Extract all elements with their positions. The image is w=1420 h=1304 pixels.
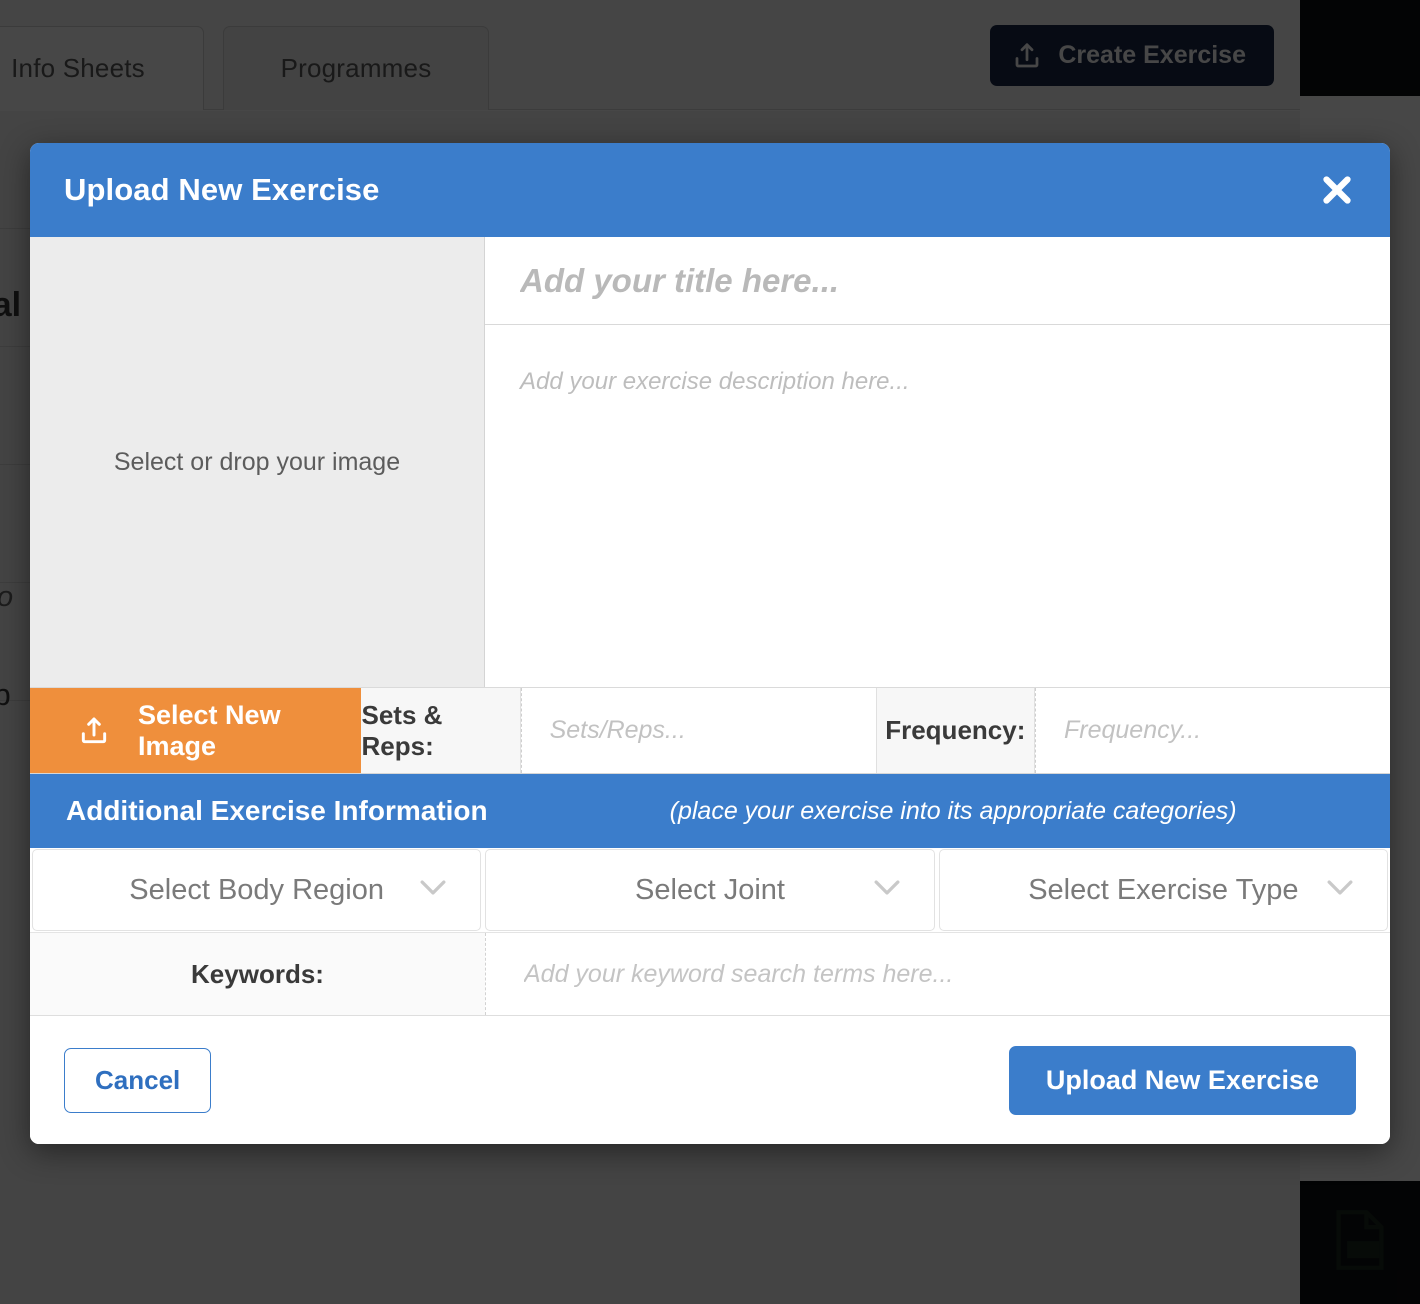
select-joint-label: Select Joint	[635, 873, 785, 906]
additional-info-title: Additional Exercise Information	[66, 795, 488, 826]
frequency-label: Frequency:	[875, 688, 1035, 773]
modal-text-column	[485, 237, 1390, 687]
additional-info-section-bar: Additional Exercise Information (place y…	[30, 774, 1390, 848]
select-new-image-label: Select New Image	[138, 699, 281, 761]
select-exercise-type[interactable]: Select Exercise Type	[938, 849, 1388, 931]
page-root: nal wo l b Info Sheets Programmes Create…	[0, 0, 1420, 1304]
modal-upper-body: Select or drop your image	[30, 237, 1390, 688]
sets-reps-label: Sets & Reps:	[361, 688, 521, 773]
keywords-input[interactable]	[485, 933, 1390, 1015]
upload-new-exercise-button[interactable]: Upload New Exercise	[1008, 1045, 1356, 1115]
modal-header: Upload New Exercise	[30, 143, 1390, 237]
select-body-region[interactable]: Select Body Region	[32, 849, 482, 931]
keywords-row: Keywords:	[30, 932, 1390, 1016]
modal-title: Upload New Exercise	[64, 172, 380, 207]
select-new-image-button[interactable]: Select New Image	[30, 688, 362, 773]
exercise-description-input[interactable]	[485, 325, 1390, 687]
keywords-label: Keywords:	[30, 933, 485, 1015]
chevron-down-icon	[420, 880, 446, 901]
chevron-down-icon	[874, 880, 900, 901]
modal-footer: Cancel Upload New Exercise	[30, 1016, 1390, 1144]
frequency-input[interactable]	[1035, 688, 1390, 773]
close-icon[interactable]	[1314, 167, 1360, 213]
select-exercise-type-label: Select Exercise Type	[1028, 873, 1299, 906]
upload-new-exercise-modal: Upload New Exercise Select or drop your …	[30, 143, 1390, 1144]
additional-info-hint: (place your exercise into its appropriat…	[669, 796, 1237, 825]
image-and-metrics-row: Select New Image Sets & Reps: Frequency:	[30, 688, 1390, 774]
image-dropzone[interactable]: Select or drop your image	[30, 237, 485, 687]
exercise-title-input[interactable]	[485, 237, 1390, 325]
cancel-button[interactable]: Cancel	[64, 1047, 212, 1113]
sets-reps-input[interactable]	[520, 688, 876, 773]
select-joint[interactable]: Select Joint	[485, 849, 935, 931]
select-body-region-label: Select Body Region	[129, 873, 385, 906]
image-dropzone-label: Select or drop your image	[113, 447, 401, 476]
chevron-down-icon	[1327, 880, 1353, 901]
category-selects-row: Select Body Region Select Joint Select E…	[30, 848, 1390, 932]
upload-icon	[78, 715, 110, 747]
